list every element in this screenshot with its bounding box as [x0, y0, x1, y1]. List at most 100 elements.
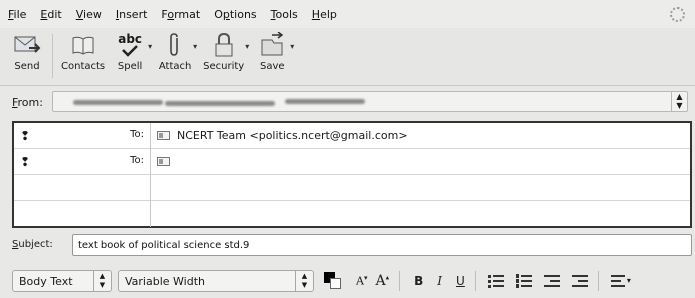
contact-card-icon — [157, 131, 170, 140]
menu-options[interactable]: Options — [214, 8, 256, 21]
font-family-select[interactable]: Variable Width ▲ ▼ — [118, 269, 314, 292]
send-icon — [10, 32, 44, 58]
send-label: Send — [14, 61, 40, 72]
save-icon — [255, 32, 289, 58]
menu-file[interactable]: File — [8, 8, 26, 21]
save-button[interactable]: Save — [255, 28, 289, 86]
spell-label: Spell — [117, 61, 143, 72]
save-label: Save — [259, 61, 285, 72]
contacts-label: Contacts — [61, 61, 106, 72]
menu-help-label: elp — [320, 7, 337, 21]
menu-format[interactable]: Format — [161, 8, 200, 21]
bullet-list-icon[interactable] — [487, 274, 504, 288]
paragraph-style-select[interactable]: Body Text ▲ ▼ — [12, 269, 112, 292]
paperclip-icon — [158, 32, 192, 58]
recipient-address[interactable]: NCERT Team <politics.ncert@gmail.com> — [177, 129, 408, 142]
menu-tools[interactable]: Tools — [271, 8, 298, 21]
redacted-sender-email — [165, 101, 275, 106]
recipient-type-select[interactable]: ❢ To: — [14, 149, 151, 175]
from-account-select[interactable]: ▲ ▼ — [52, 91, 688, 112]
from-label-text: rom: — [17, 95, 43, 109]
security-button[interactable]: Security — [203, 28, 244, 86]
attach-label: Attach — [158, 61, 192, 72]
address-book-icon — [66, 32, 100, 58]
contact-card-icon — [157, 157, 170, 166]
menu-file-label: ile — [13, 7, 27, 21]
larger-text-glyph: A — [375, 272, 386, 289]
empty-recipient-row[interactable] — [14, 175, 690, 201]
compose-toolbar: Send Contacts abc Spell ▾ Attach ▾ Secur… — [0, 28, 695, 86]
alignment-icon[interactable] — [610, 274, 625, 288]
underline-button[interactable]: U — [456, 274, 465, 288]
subject-input[interactable] — [72, 234, 692, 256]
menu-bar: File Edit View Insert Format Options Too… — [0, 0, 695, 28]
contacts-button[interactable]: Contacts — [61, 28, 105, 86]
activity-throbber-icon — [670, 7, 685, 22]
menu-view-label: iew — [83, 7, 102, 21]
menu-insert-label: nsert — [119, 7, 148, 21]
italic-button[interactable]: I — [437, 274, 442, 288]
menu-edit[interactable]: Edit — [40, 8, 61, 21]
smaller-text-glyph: A — [356, 274, 364, 288]
smaller-text-button[interactable]: A▾ — [356, 274, 367, 288]
font-family-value: Variable Width — [125, 274, 205, 288]
format-separator — [597, 270, 599, 291]
security-dropdown-arrow-icon[interactable]: ▾ — [245, 42, 249, 51]
menu-view-mnemonic: V — [75, 7, 84, 21]
redacted-sender-name — [73, 100, 163, 105]
attach-button[interactable]: Attach — [158, 28, 192, 86]
send-button[interactable]: Send — [10, 28, 44, 86]
subject-label-text: ubject: — [18, 239, 53, 250]
empty-recipient-type-cell — [14, 201, 151, 227]
font-family-spin-icon: ▲ ▼ — [295, 270, 313, 291]
menu-options-prefix: O — [214, 7, 223, 21]
paragraph-style-spin-icon: ▲ ▼ — [93, 270, 111, 291]
alignment-dropdown-arrow-icon[interactable]: ▾ — [627, 276, 631, 285]
pin-icon: ❢ — [20, 155, 31, 169]
empty-recipient-row[interactable] — [14, 201, 690, 227]
indent-icon[interactable] — [571, 274, 588, 288]
outdent-icon[interactable] — [543, 274, 560, 288]
spell-glyph-text: abc — [118, 31, 143, 46]
bold-button[interactable]: B — [414, 274, 423, 288]
pin-icon: ❢ — [20, 129, 31, 143]
from-row: From: ▲ ▼ — [0, 86, 695, 118]
menu-view[interactable]: View — [76, 8, 102, 21]
menu-help[interactable]: Help — [312, 8, 337, 21]
format-separator — [399, 270, 401, 291]
security-label: Security — [203, 61, 245, 72]
recipients-list: ❢ To: NCERT Team <politics.ncert@gmail.c… — [12, 121, 692, 228]
format-separator — [474, 270, 476, 291]
menu-edit-label: dit — [47, 7, 62, 21]
redacted-sender-account — [285, 99, 365, 104]
empty-recipient-type-cell — [14, 175, 151, 201]
recipient-row[interactable]: ❢ To: — [14, 149, 690, 175]
menu-help-mnemonic: H — [311, 7, 321, 21]
numbered-list-icon[interactable] — [515, 273, 532, 288]
toolbar-separator — [52, 34, 53, 78]
spell-button[interactable]: abc Spell — [113, 28, 147, 86]
larger-text-button[interactable]: A▴ — [375, 273, 389, 289]
text-color-button[interactable] — [324, 271, 342, 290]
background-color-swatch — [330, 277, 341, 289]
attach-dropdown-arrow-icon[interactable]: ▾ — [193, 42, 197, 51]
spell-dropdown-arrow-icon[interactable]: ▾ — [148, 42, 152, 51]
recipient-type-label: To: — [130, 129, 144, 140]
save-group: Save ▾ — [255, 28, 300, 86]
recipient-type-select[interactable]: ❢ To: — [14, 123, 151, 149]
menu-insert[interactable]: Insert — [116, 8, 148, 21]
spell-group: abc Spell ▾ — [105, 28, 158, 86]
menu-options-label: tions — [229, 7, 257, 21]
from-label: From: — [12, 96, 43, 109]
menu-tools-label: ools — [275, 7, 298, 21]
security-group: Security ▾ — [203, 28, 255, 86]
recipient-row[interactable]: ❢ To: NCERT Team <politics.ncert@gmail.c… — [14, 123, 690, 149]
subject-label: Subject: — [12, 239, 53, 250]
subject-row: Subject: — [0, 233, 695, 257]
recipient-type-label: To: — [130, 155, 144, 166]
format-toolbar: Body Text ▲ ▼ Variable Width ▲ ▼ A▾ A▴ B I… — [0, 263, 695, 298]
menu-format-label: rmat — [174, 7, 201, 21]
from-spin-arrows-icon: ▲ ▼ — [671, 92, 687, 111]
spell-check-icon: abc — [113, 32, 147, 58]
save-dropdown-arrow-icon[interactable]: ▾ — [290, 42, 294, 51]
